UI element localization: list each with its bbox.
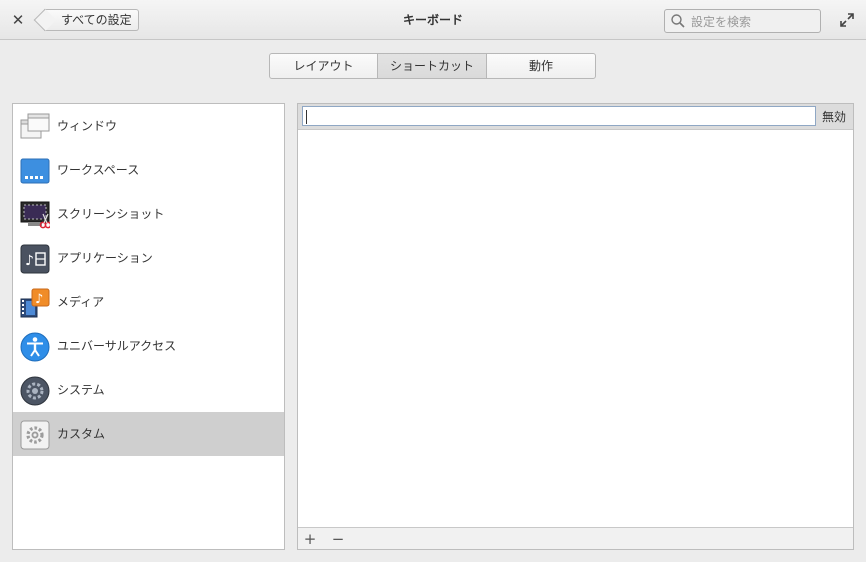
category-label: カスタム (57, 427, 106, 441)
close-icon[interactable]: ✕ (10, 11, 26, 29)
applications-icon: ♪ (20, 244, 50, 274)
category-label: ウィンドウ (57, 119, 118, 133)
category-label: システム (57, 383, 105, 397)
category-label: スクリーンショット (57, 207, 165, 221)
category-label: アプリケーション (57, 251, 153, 265)
add-shortcut-button[interactable]: + (300, 529, 320, 549)
view-switcher: レイアウト ショートカット 動作 (269, 53, 596, 79)
search-icon (671, 14, 685, 28)
tab-shortcuts[interactable]: ショートカット (378, 54, 487, 78)
category-item-workspace[interactable]: ワークスペース (13, 148, 284, 192)
accessibility-icon (20, 332, 50, 362)
svg-text:♪: ♪ (25, 253, 34, 269)
category-item-accessibility[interactable]: ユニバーサルアクセス (13, 324, 284, 368)
window-icon (20, 113, 50, 139)
category-item-screenshot[interactable]: スクリーンショット (13, 192, 284, 236)
category-item-system[interactable]: システム (13, 368, 284, 412)
system-icon (20, 376, 50, 406)
maximize-icon[interactable] (838, 11, 856, 29)
tab-layout[interactable]: レイアウト (270, 54, 378, 78)
category-item-applications[interactable]: ♪ アプリケーション (13, 236, 284, 280)
category-label: ワークスペース (57, 163, 140, 177)
shortcut-category-list: ウィンドウ ワークスペース スクリーンショット ♪ アプリケーション ♪ メディ… (12, 103, 285, 550)
custom-shortcut-row: 無効 (298, 104, 853, 130)
search-input[interactable] (689, 12, 818, 32)
panel-toolbar: + − (298, 527, 853, 549)
category-item-window[interactable]: ウィンドウ (13, 104, 284, 148)
category-item-custom[interactable]: カスタム (13, 412, 284, 456)
back-button[interactable]: すべての設定 (44, 9, 139, 31)
custom-gear-icon (20, 420, 50, 450)
back-button-label: すべての設定 (61, 13, 132, 27)
text-cursor (306, 110, 307, 124)
media-icon: ♪ (20, 288, 50, 318)
search-field[interactable] (664, 9, 821, 33)
shortcut-accelerator[interactable]: 無効 (822, 104, 846, 130)
category-label: ユニバーサルアクセス (57, 339, 177, 353)
header-bar: ✕ すべての設定 キーボード (0, 0, 866, 40)
command-input[interactable] (302, 106, 816, 126)
remove-shortcut-button[interactable]: − (328, 529, 348, 549)
workspace-icon (20, 158, 50, 184)
tab-behavior[interactable]: 動作 (487, 54, 595, 78)
custom-shortcut-panel: 無効 + − (297, 103, 854, 550)
category-item-media[interactable]: ♪ メディア (13, 280, 284, 324)
category-label: メディア (57, 295, 105, 309)
svg-text:♪: ♪ (35, 292, 43, 307)
screenshot-icon (20, 201, 50, 229)
